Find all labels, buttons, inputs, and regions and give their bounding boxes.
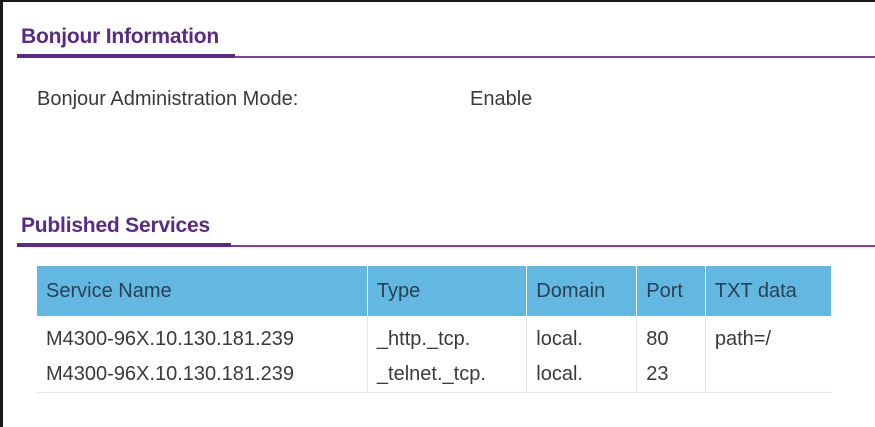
column-header-port[interactable]: Port [636, 266, 706, 316]
column-header-type[interactable]: Type [367, 266, 528, 316]
column-header-domain[interactable]: Domain [526, 266, 638, 316]
section-title-underline [17, 243, 231, 247]
table-row: M4300-96X.10.130.181.239 _http._tcp. loc… [37, 316, 831, 357]
cell-service-name: M4300-96X.10.130.181.239 [37, 316, 368, 357]
section-title-underline [17, 54, 235, 58]
column-header-service-name[interactable]: Service Name [37, 266, 368, 316]
table-row: M4300-96X.10.130.181.239 _telnet._tcp. l… [37, 357, 831, 393]
cell-type: _http._tcp. [367, 316, 528, 357]
cell-port: 80 [636, 316, 706, 357]
window-left-border [0, 0, 3, 427]
cell-domain: local. [526, 316, 638, 357]
bonjour-information-title: Bonjour Information [21, 25, 220, 48]
window-top-border [0, 0, 875, 2]
published-services-section-header: Published Services [17, 203, 875, 247]
published-services-table: Service Name Type Domain Port TXT data M… [37, 266, 831, 393]
cell-service-name: M4300-96X.10.130.181.239 [37, 357, 368, 393]
cell-domain: local. [526, 357, 638, 393]
cell-txt-data [705, 357, 831, 393]
cell-port: 23 [636, 357, 706, 393]
published-services-title: Published Services [21, 214, 210, 237]
bonjour-information-section-header: Bonjour Information [17, 14, 875, 58]
bonjour-admin-mode-value: Enable [470, 88, 533, 110]
cell-type: _telnet._tcp. [367, 357, 528, 393]
bonjour-admin-mode-label: Bonjour Administration Mode: [37, 88, 299, 110]
cell-txt-data: path=/ [714, 328, 772, 350]
table-header-row: Service Name Type Domain Port TXT data [37, 266, 831, 316]
column-header-txt-data[interactable]: TXT data [705, 266, 831, 316]
